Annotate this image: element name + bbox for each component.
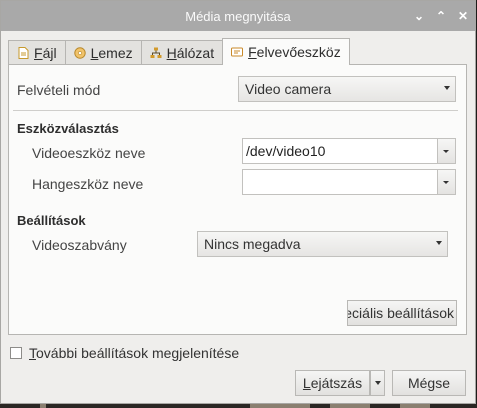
chevron-down-icon[interactable] (437, 139, 455, 163)
tab-file[interactable]: Fájl (8, 40, 66, 64)
chevron-down-icon[interactable]: ⌄ (413, 9, 425, 23)
audio-device-combo[interactable] (242, 169, 456, 195)
close-icon[interactable]: ✕ (457, 9, 469, 23)
background-strip (0, 404, 477, 408)
advanced-options-button[interactable]: peciális beállítások (347, 300, 457, 326)
play-options-dropdown[interactable] (370, 370, 385, 396)
video-standard-select[interactable]: Nincs megadva (197, 231, 448, 257)
settings-section-title: Beállítások (17, 213, 86, 228)
tab-network-label: álózat (176, 44, 215, 61)
play-button[interactable]: Lejátszás (295, 370, 370, 396)
advanced-options-label: peciális beállítások (347, 305, 454, 321)
device-section-title: Eszközválasztás (17, 121, 119, 136)
video-device-value: /dev/video10 (246, 143, 326, 159)
tab-capture-label: elvevőeszköz (256, 44, 341, 60)
play-mnemonic: L (302, 375, 311, 391)
chevron-down-icon[interactable] (437, 170, 455, 194)
tab-file-label: ájl (42, 44, 57, 61)
window-title: Média megnyitása (185, 8, 291, 24)
chevron-down-icon (444, 86, 450, 90)
cancel-prefix: Mé (407, 375, 428, 391)
capture-mode-label: Felvételi mód (17, 82, 101, 98)
capture-mode-value: Video camera (245, 81, 332, 97)
capture-panel: Felvételi mód Video camera Eszközválaszt… (8, 64, 467, 335)
capture-device-icon (231, 46, 244, 58)
title-bar[interactable]: Média megnyitása ⌄ ⌃ ✕ (1, 1, 475, 31)
video-standard-label: Videoszabvány (32, 237, 127, 253)
chevron-up-icon[interactable]: ⌃ (435, 9, 447, 23)
chevron-down-icon (436, 241, 442, 245)
video-device-combo[interactable]: /dev/video10 (242, 138, 456, 164)
tab-file-mnemonic: F (34, 44, 43, 61)
window-controls: ⌄ ⌃ ✕ (413, 1, 469, 31)
file-icon (17, 46, 29, 59)
tab-capture-device[interactable]: Felvevőeszköz (222, 38, 350, 65)
divider (13, 110, 458, 111)
tab-bar: Fájl Lemez Hálózat Felvevőeszköz (8, 38, 350, 65)
tab-network-mnemonic: H (166, 44, 177, 61)
chevron-down-icon (374, 381, 381, 385)
capture-mode-select[interactable]: Video camera (238, 76, 456, 102)
open-media-dialog: Média megnyitása ⌄ ⌃ ✕ Fájl Lemez Hálóza… (0, 0, 476, 404)
tab-disc[interactable]: Lemez (64, 40, 142, 64)
video-device-label: Videoeszköz neve (32, 145, 146, 161)
disc-icon (73, 46, 86, 59)
audio-device-label: Hangeszköz neve (32, 176, 144, 192)
cancel-button[interactable]: Mégse (392, 370, 466, 396)
show-more-text: ovábbi beállítások megjelenítése (36, 345, 240, 361)
cancel-label: se (435, 375, 451, 391)
tab-disc-label: emez (98, 44, 133, 61)
tab-network[interactable]: Hálózat (140, 40, 224, 64)
show-more-options-checkbox[interactable] (10, 347, 22, 359)
network-icon (150, 47, 162, 59)
play-label: ejátszás (310, 375, 363, 391)
show-more-mnemonic: T (29, 345, 36, 361)
show-more-options-label: További beállítások megjelenítése (29, 345, 239, 361)
video-standard-value: Nincs megadva (204, 236, 301, 252)
tab-capture-mnemonic: F (248, 44, 257, 60)
